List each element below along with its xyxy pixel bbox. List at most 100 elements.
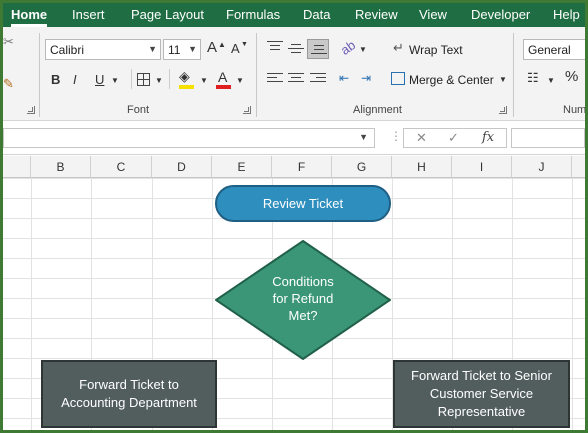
formula-input[interactable]: [511, 128, 585, 148]
decrease-font-size-icon: ▼: [241, 41, 248, 48]
separator: [256, 33, 257, 117]
increase-font-size-button[interactable]: A: [207, 39, 217, 57]
tab-home[interactable]: Home: [11, 7, 48, 27]
chevron-down-icon[interactable]: ▼: [499, 71, 507, 89]
column-header[interactable]: H: [392, 156, 452, 178]
separator: [513, 33, 514, 117]
ribbon: ✂ ✎ Calibri ▼ 11 ▼ A ▲ A ▼ B I U ▼ ▼ ◈ ▼…: [3, 27, 585, 121]
drag-handle-icon[interactable]: ⋮: [390, 129, 402, 143]
process-line: Representative: [437, 404, 526, 419]
decision-text: Conditions for Refund Met?: [259, 273, 347, 324]
name-box[interactable]: ▼: [3, 128, 375, 148]
process-line: Forward Ticket to: [79, 377, 179, 392]
enter-icon[interactable]: ✓: [448, 130, 459, 146]
decrease-font-size-button[interactable]: A: [231, 40, 240, 58]
gridline: [572, 178, 573, 430]
tab-formulas[interactable]: Formulas: [226, 7, 280, 22]
increase-indent-icon[interactable]: ⇥: [361, 69, 371, 87]
fill-color-swatch: [179, 85, 194, 89]
font-color-swatch: [216, 85, 231, 89]
tab-insert[interactable]: Insert: [72, 7, 105, 22]
formula-bar: ▼ ⋮ ✕ ✓ fx: [3, 121, 585, 155]
chevron-down-icon[interactable]: ▼: [236, 72, 244, 90]
chevron-down-icon: ▼: [148, 44, 157, 54]
orientation-icon[interactable]: ab: [337, 36, 359, 59]
ribbon-tab-bar: Home Insert Page Layout Formulas Data Re…: [3, 3, 585, 27]
cancel-icon[interactable]: ✕: [416, 130, 427, 146]
flowchart-start-review-ticket[interactable]: Review Ticket: [215, 185, 391, 222]
separator: [169, 69, 170, 89]
alignment-launcher-icon[interactable]: [499, 106, 507, 114]
flowchart-decision[interactable]: Conditions for Refund Met?: [215, 240, 391, 360]
wrap-text-button[interactable]: Wrap Text: [409, 43, 463, 57]
gridline: [31, 178, 32, 430]
decrease-indent-icon[interactable]: ⇤: [339, 69, 349, 87]
excel-window: Home Insert Page Layout Formulas Data Re…: [0, 0, 588, 433]
chevron-down-icon: ▼: [188, 44, 197, 54]
align-left-icon[interactable]: [267, 73, 283, 87]
middle-align-icon[interactable]: [288, 44, 304, 58]
number-format-value: General: [528, 43, 571, 57]
tab-page-layout[interactable]: Page Layout: [131, 7, 204, 22]
bottom-align-icon: [311, 45, 327, 59]
insert-function-icon[interactable]: fx: [482, 130, 494, 145]
tab-developer[interactable]: Developer: [471, 7, 530, 22]
decision-line: for Refund: [272, 291, 334, 306]
select-all-corner[interactable]: [3, 156, 31, 178]
chevron-down-icon[interactable]: ▼: [547, 72, 555, 90]
tab-data[interactable]: Data: [303, 7, 330, 22]
cut-icon[interactable]: ✂: [3, 33, 14, 51]
column-header[interactable]: C: [91, 156, 152, 178]
wrap-text-icon: ↵: [393, 40, 404, 55]
flowchart-process-senior-service[interactable]: Forward Ticket to Senior Customer Servic…: [393, 360, 570, 428]
chevron-down-icon[interactable]: ▼: [200, 72, 208, 90]
font-size-value: 11: [168, 43, 181, 57]
decision-line: Conditions: [272, 274, 334, 289]
accounting-format-icon[interactable]: ☷: [527, 69, 539, 87]
column-header[interactable]: G: [332, 156, 392, 178]
bold-button[interactable]: B: [51, 71, 60, 89]
chevron-down-icon[interactable]: ▼: [359, 132, 368, 142]
number-format-dropdown[interactable]: General: [523, 39, 585, 60]
column-header[interactable]: F: [272, 156, 332, 178]
format-painter-icon[interactable]: ✎: [3, 75, 14, 93]
font-size-dropdown[interactable]: 11 ▼: [163, 39, 201, 60]
separator: [131, 69, 132, 89]
chevron-down-icon[interactable]: ▼: [359, 41, 367, 59]
merge-center-button[interactable]: Merge & Center: [409, 73, 494, 87]
chevron-down-icon[interactable]: ▼: [155, 72, 163, 90]
column-header[interactable]: E: [212, 156, 272, 178]
font-color-button[interactable]: A: [218, 68, 227, 86]
font-group-label: Font: [127, 104, 150, 116]
font-launcher-icon[interactable]: [243, 106, 251, 114]
font-name-value: Calibri: [50, 43, 85, 57]
column-header-row: B C D E F G H I J: [3, 156, 585, 178]
merge-center-icon: [391, 72, 405, 85]
separator: [39, 33, 40, 117]
tab-view[interactable]: View: [419, 7, 447, 22]
bottom-align-button[interactable]: [307, 39, 329, 59]
decision-line: Met?: [288, 308, 318, 323]
column-header[interactable]: B: [31, 156, 91, 178]
increase-font-size-icon: ▲: [218, 40, 226, 49]
underline-button[interactable]: U: [95, 71, 104, 89]
column-header[interactable]: D: [152, 156, 212, 178]
flowchart-process-accounting[interactable]: Forward Ticket to Accounting Department: [41, 360, 217, 428]
percent-style-icon[interactable]: %: [565, 68, 578, 86]
borders-icon[interactable]: [137, 73, 150, 86]
top-align-icon[interactable]: [267, 41, 283, 55]
align-center-icon[interactable]: [288, 73, 304, 87]
tab-help[interactable]: Help: [553, 7, 580, 22]
fill-color-icon[interactable]: ◈: [179, 67, 190, 85]
alignment-group-label: Alignment: [353, 104, 402, 116]
process-line: Forward Ticket to Senior: [411, 368, 552, 383]
italic-button[interactable]: I: [73, 71, 77, 89]
number-group-label: Numb: [563, 104, 587, 116]
tab-review[interactable]: Review: [355, 7, 398, 22]
align-right-icon[interactable]: [310, 73, 326, 87]
chevron-down-icon[interactable]: ▼: [111, 72, 119, 90]
clipboard-launcher-icon[interactable]: [27, 106, 35, 114]
column-header[interactable]: J: [512, 156, 572, 178]
column-header[interactable]: I: [452, 156, 512, 178]
font-name-dropdown[interactable]: Calibri ▼: [45, 39, 161, 60]
